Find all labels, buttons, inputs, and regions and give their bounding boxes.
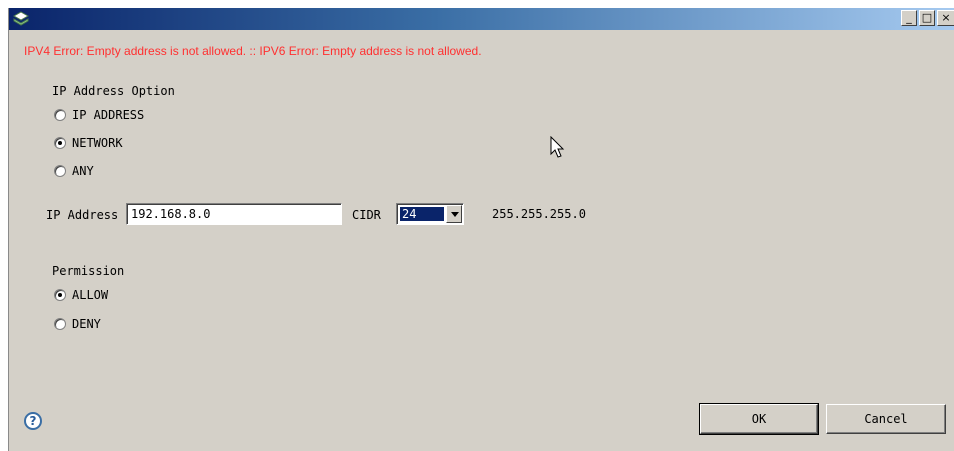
- minimize-button[interactable]: _: [901, 10, 917, 26]
- error-message: IPV4 Error: Empty address is not allowed…: [24, 44, 482, 58]
- cidr-select[interactable]: 24: [396, 203, 464, 225]
- close-button[interactable]: ×: [937, 10, 954, 26]
- ip-address-label: IP Address: [46, 208, 119, 222]
- ip-option-label: IP Address Option: [52, 84, 175, 98]
- radio-network[interactable]: NETWORK: [54, 136, 123, 150]
- radio-button[interactable]: [54, 318, 66, 330]
- netmask-value: 255.255.255.0: [492, 207, 586, 221]
- radio-ip-address[interactable]: IP ADDRESS: [54, 108, 144, 122]
- ok-button[interactable]: OK: [699, 403, 819, 435]
- radio-deny[interactable]: DENY: [54, 317, 101, 331]
- dropdown-arrow-icon[interactable]: [446, 205, 462, 223]
- app-icon: [13, 11, 29, 26]
- cidr-label: CIDR: [352, 208, 381, 222]
- radio-button[interactable]: [54, 109, 66, 121]
- radio-allow[interactable]: ALLOW: [54, 288, 108, 302]
- radio-any[interactable]: ANY: [54, 164, 94, 178]
- permission-label: Permission: [52, 264, 125, 278]
- radio-button[interactable]: [54, 165, 66, 177]
- dialog-window: _ □ ×: [8, 8, 954, 451]
- maximize-button[interactable]: □: [919, 10, 935, 26]
- title-bar[interactable]: _ □ ×: [9, 8, 954, 30]
- radio-button-checked[interactable]: [54, 289, 66, 301]
- radio-label: IP ADDRESS: [72, 108, 145, 122]
- radio-label: DENY: [72, 317, 101, 331]
- cancel-button[interactable]: Cancel: [826, 404, 946, 434]
- help-icon[interactable]: ?: [24, 412, 42, 430]
- radio-label: NETWORK: [72, 136, 123, 150]
- radio-button-checked[interactable]: [54, 137, 66, 149]
- mouse-cursor-icon: [550, 136, 565, 158]
- radio-label: ANY: [72, 164, 94, 178]
- radio-label: ALLOW: [72, 288, 109, 302]
- cidr-selected-value: 24: [399, 206, 445, 222]
- ip-address-input[interactable]: 192.168.8.0: [126, 203, 342, 225]
- window-controls: _ □ ×: [901, 10, 954, 28]
